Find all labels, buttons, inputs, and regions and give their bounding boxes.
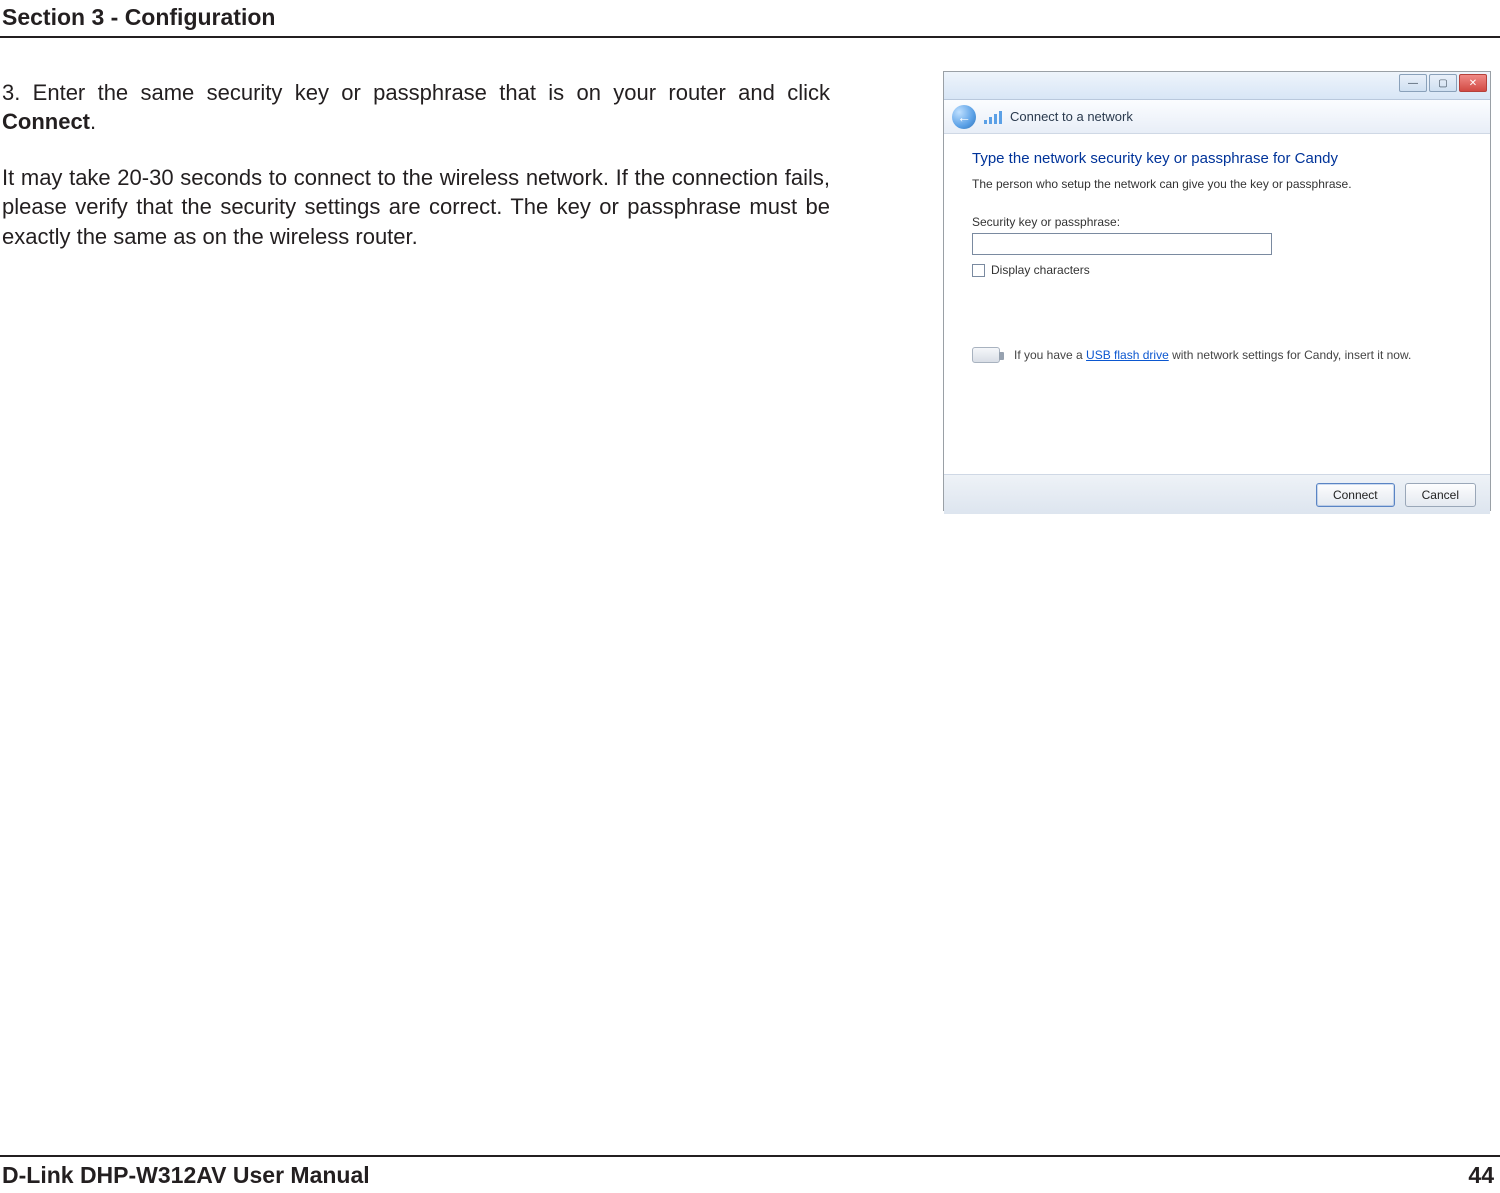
dialog-subtitle: The person who setup the network can giv… bbox=[972, 177, 1462, 191]
step-3: 3. Enter the same security key or passph… bbox=[2, 78, 830, 137]
section-header: Section 3 - Configuration bbox=[2, 4, 275, 31]
manual-page: Section 3 - Configuration 3. Enter the s… bbox=[0, 0, 1500, 1193]
header-divider bbox=[0, 36, 1500, 38]
paragraph: It may take 20-30 seconds to connect to … bbox=[2, 163, 830, 251]
passphrase-input[interactable] bbox=[972, 233, 1272, 255]
dialog-toolbar: ← Connect to a network bbox=[944, 100, 1490, 134]
minimize-button[interactable]: — bbox=[1399, 74, 1427, 92]
window-titlebar: — ▢ ✕ bbox=[944, 72, 1490, 100]
usb-suffix: with network settings for Candy, insert … bbox=[1169, 348, 1412, 362]
manual-title: D-Link DHP-W312AV User Manual bbox=[2, 1162, 370, 1189]
maximize-button[interactable]: ▢ bbox=[1429, 74, 1457, 92]
connect-word: Connect bbox=[2, 109, 90, 134]
dialog-heading: Type the network security key or passphr… bbox=[972, 150, 1462, 167]
step-text-prefix: 3. Enter the same security key or passph… bbox=[2, 80, 830, 105]
display-characters-row: Display characters bbox=[972, 263, 1462, 277]
window-title: Connect to a network bbox=[1010, 109, 1133, 124]
window-controls: — ▢ ✕ bbox=[1397, 74, 1487, 92]
dialog-footer: Connect Cancel bbox=[944, 474, 1490, 514]
step-text-suffix: . bbox=[90, 109, 96, 134]
usb-hint-row: If you have a USB flash drive with netwo… bbox=[972, 347, 1462, 363]
back-icon[interactable]: ← bbox=[952, 105, 976, 129]
display-characters-label: Display characters bbox=[991, 263, 1090, 277]
network-icon bbox=[984, 110, 1002, 124]
usb-drive-icon bbox=[972, 347, 1000, 363]
connect-button[interactable]: Connect bbox=[1316, 483, 1395, 507]
footer-divider bbox=[0, 1155, 1500, 1157]
close-button[interactable]: ✕ bbox=[1459, 74, 1487, 92]
usb-flash-drive-link[interactable]: USB flash drive bbox=[1086, 348, 1169, 362]
display-characters-checkbox[interactable] bbox=[972, 264, 985, 277]
usb-hint-text: If you have a USB flash drive with netwo… bbox=[1014, 348, 1411, 362]
page-number: 44 bbox=[1468, 1162, 1494, 1189]
dialog-content: Type the network security key or passphr… bbox=[944, 134, 1490, 474]
body-copy: 3. Enter the same security key or passph… bbox=[2, 78, 830, 251]
usb-prefix: If you have a bbox=[1014, 348, 1086, 362]
embedded-dialog: — ▢ ✕ ← Connect to a network Type the ne… bbox=[943, 71, 1491, 511]
cancel-button[interactable]: Cancel bbox=[1405, 483, 1476, 507]
field-label: Security key or passphrase: bbox=[972, 215, 1462, 229]
